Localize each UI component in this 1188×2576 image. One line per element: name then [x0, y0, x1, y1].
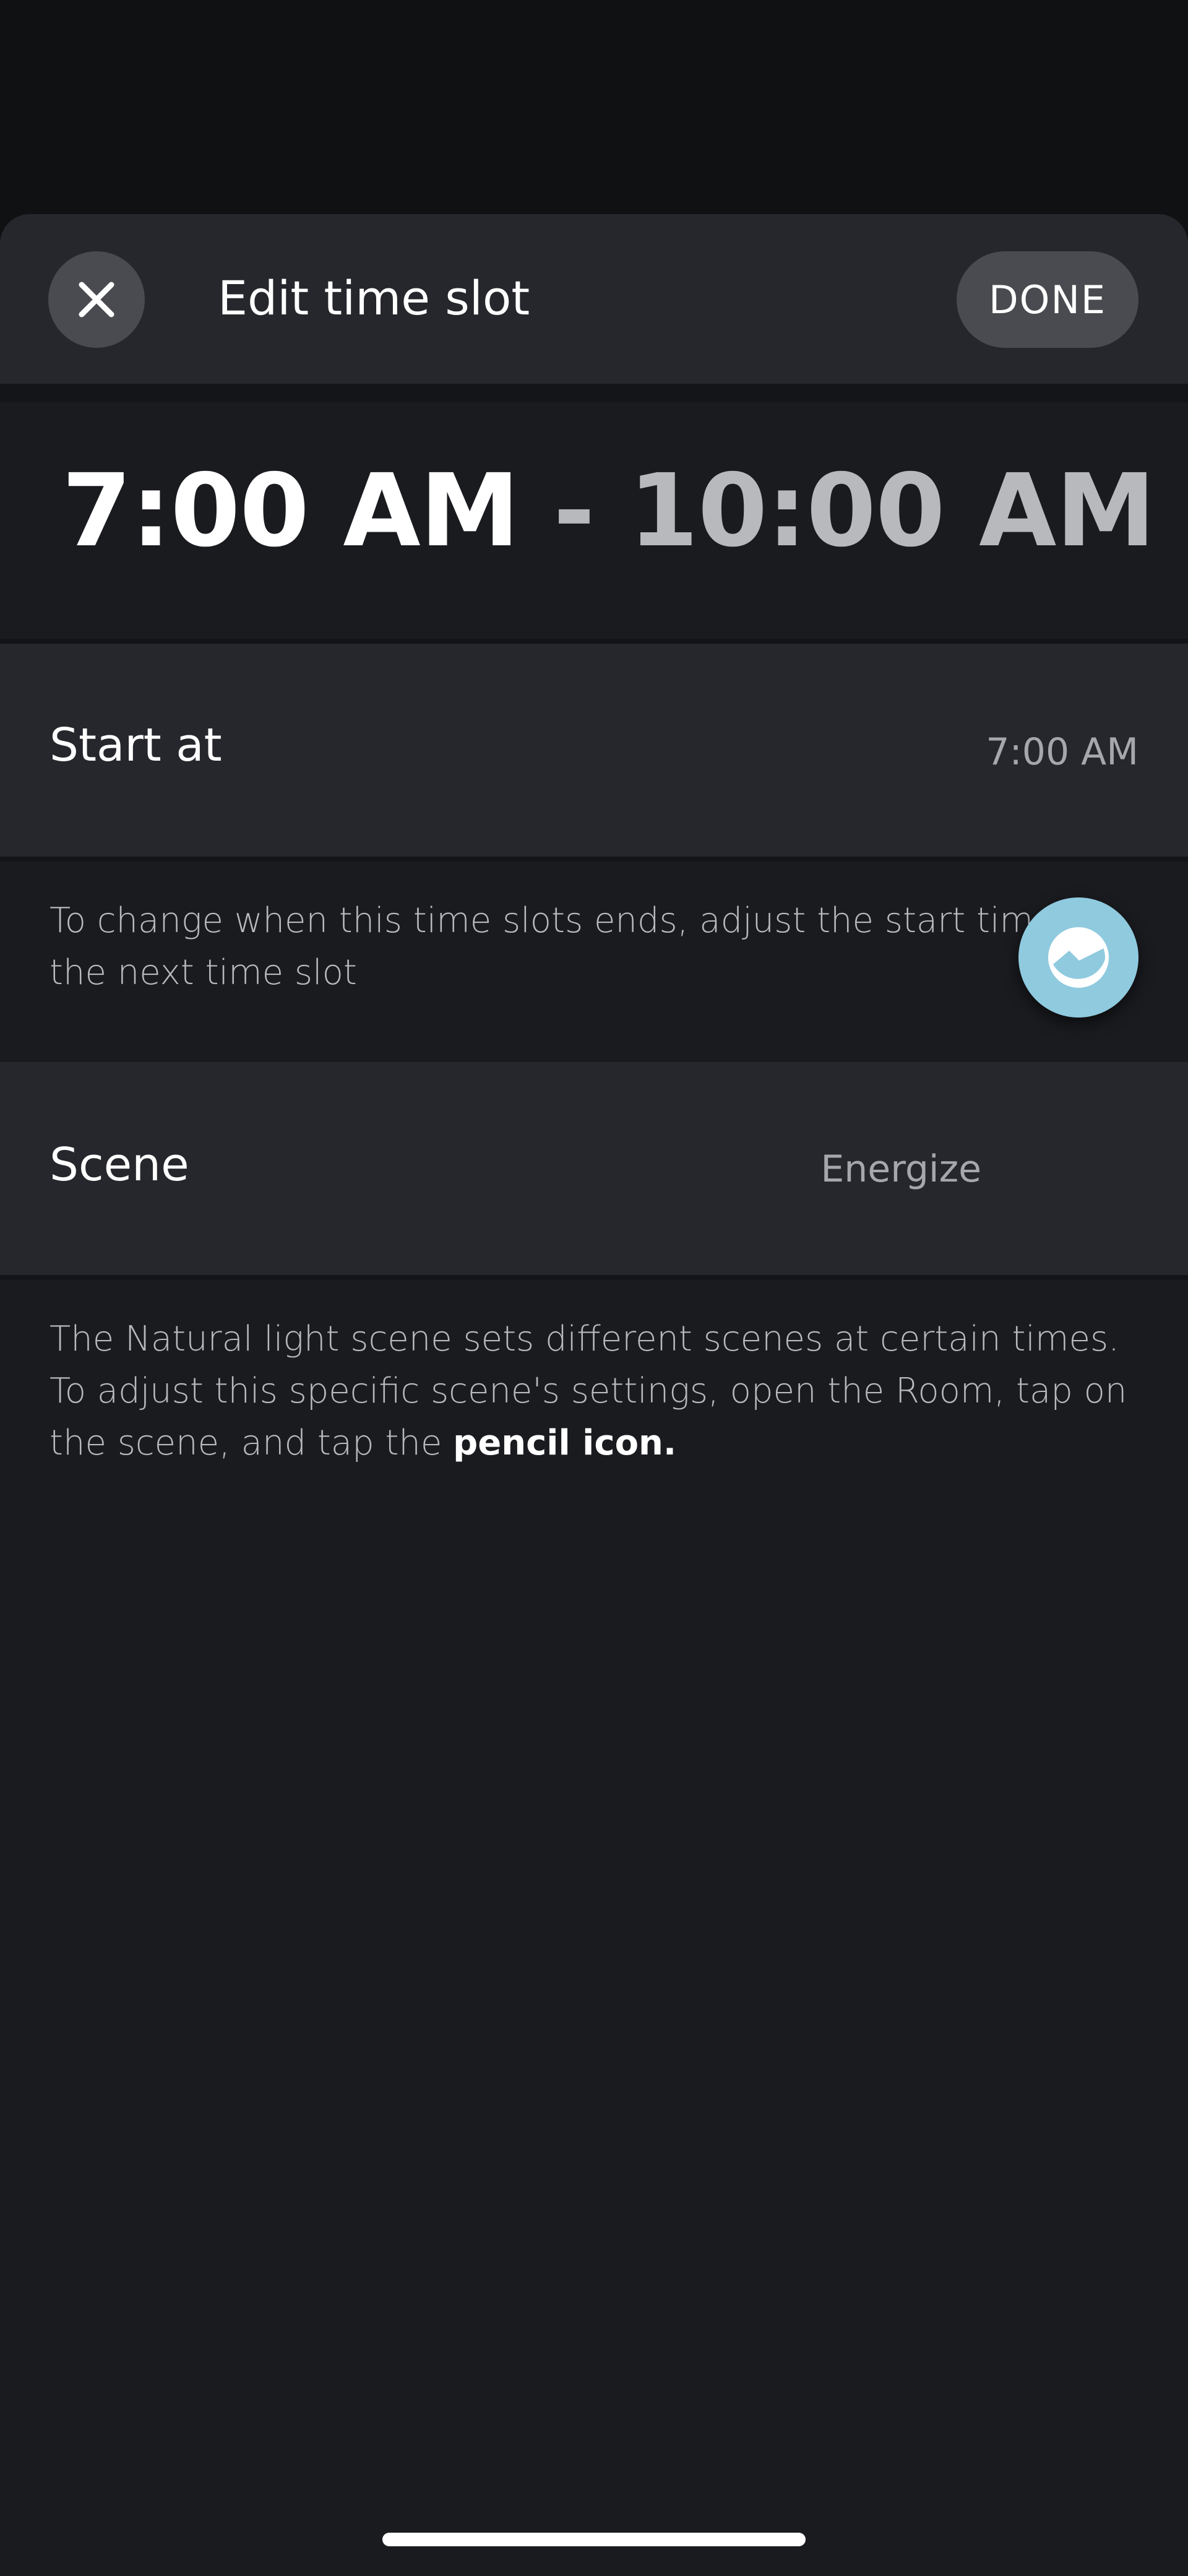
time-range-display: 7:00 AM - 10:00 AM [62, 453, 1156, 569]
home-indicator [382, 2533, 806, 2546]
scene-row[interactable]: Scene Energize [0, 1062, 1188, 1275]
time-range-end: 10:00 AM [629, 453, 1156, 569]
start-at-row[interactable]: Start at 7:00 AM [0, 644, 1188, 857]
page-title: Edit time slot [218, 270, 530, 326]
start-at-value: 7:00 AM [986, 730, 1138, 774]
scene-energize-button[interactable] [1018, 897, 1138, 1018]
scene-energize-icon [1048, 927, 1109, 988]
start-info-text: To change when this time slots ends, adj… [50, 901, 1100, 993]
time-range-separator: - [553, 453, 595, 569]
scene-info-text: The Natural light scene sets different s… [50, 1313, 1138, 1469]
divider [0, 857, 1188, 862]
time-range-start: 7:00 AM [62, 453, 520, 569]
scene-info-emphasis: pencil icon. [453, 1423, 677, 1463]
done-button[interactable]: DONE [957, 251, 1138, 348]
start-at-label: Start at [50, 719, 222, 772]
edit-time-slot-sheet: Edit time slot DONE 7:00 AM - 10:00 AM S… [0, 214, 1188, 2576]
scene-label: Scene [50, 1138, 189, 1191]
header-divider [0, 384, 1188, 402]
close-button[interactable] [48, 251, 145, 348]
scene-value: Energize [820, 1148, 981, 1191]
divider [0, 1275, 1188, 1280]
sheet-header: Edit time slot DONE [0, 214, 1188, 384]
divider [0, 639, 1188, 644]
close-icon [79, 282, 114, 318]
